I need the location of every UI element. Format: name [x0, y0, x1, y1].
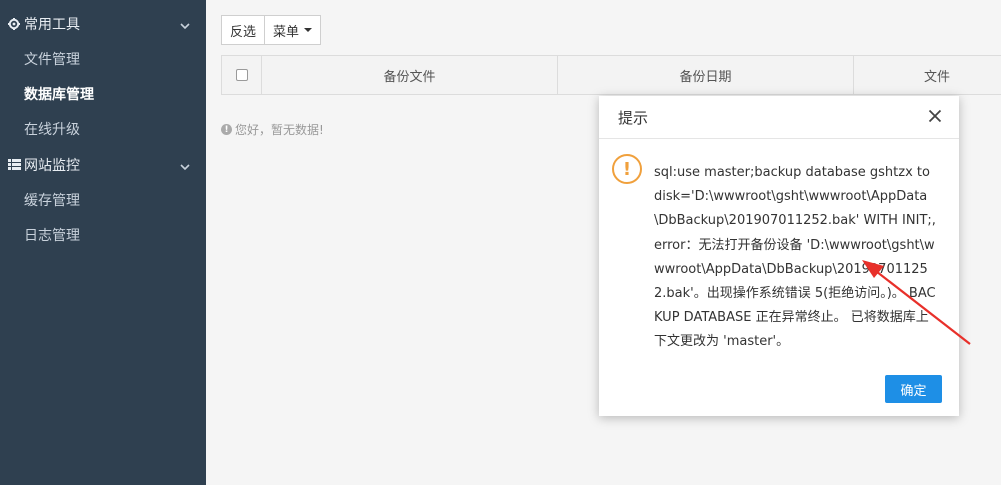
button-label: 反选	[230, 24, 257, 40]
column-header-backup-date[interactable]: 备份日期	[558, 56, 854, 94]
column-header-backup-file[interactable]: 备份文件	[262, 56, 558, 94]
confirm-button[interactable]: 确定	[885, 375, 942, 403]
select-all-cell	[222, 56, 262, 94]
sidebar-item-file-management[interactable]: 文件管理	[0, 41, 206, 76]
warning-icon: !	[612, 154, 642, 184]
sidebar-item-label: 数据库管理	[24, 86, 94, 103]
list-icon	[6, 159, 22, 170]
sidebar-item-cache-management[interactable]: 缓存管理	[0, 182, 206, 217]
sidebar-item-label: 缓存管理	[24, 192, 80, 209]
chevron-down-icon	[180, 159, 190, 175]
caret-down-icon	[304, 28, 313, 32]
sidebar-item-online-upgrade[interactable]: 在线升级	[0, 111, 206, 146]
button-label: 菜单	[273, 24, 300, 40]
gear-icon	[6, 17, 22, 30]
toolbar: 反选 菜单	[221, 15, 322, 45]
dialog-message: sql:use master;backup database gshtzx to…	[654, 165, 936, 350]
empty-state: ! 您好，暂无数据!	[221, 121, 324, 138]
column-header-label: 文件	[923, 69, 950, 85]
dialog-body: ! sql:use master;backup database gshtzx …	[599, 140, 959, 360]
column-header-file[interactable]: 文件	[854, 56, 1001, 94]
sidebar-item-label: 日志管理	[24, 227, 80, 244]
sidebar-item-database-management[interactable]: 数据库管理	[0, 76, 206, 111]
invert-selection-button[interactable]: 反选	[221, 15, 266, 45]
button-label: 确定	[900, 383, 927, 399]
sidebar: 常用工具 文件管理 数据库管理 在线升级 网站监控 缓存管理 日志管理	[0, 0, 206, 485]
sidebar-group-label: 常用工具	[24, 16, 80, 33]
column-header-label: 备份日期	[679, 69, 732, 85]
menu-dropdown-button[interactable]: 菜单	[265, 15, 322, 45]
column-header-label: 备份文件	[383, 69, 436, 85]
select-all-checkbox[interactable]	[235, 69, 248, 81]
empty-state-text: 您好，暂无数据!	[235, 123, 324, 137]
sidebar-group-label: 网站监控	[24, 157, 80, 174]
chevron-down-icon	[180, 18, 190, 34]
alert-dialog: 提示 ! sql:use master;backup database gsht…	[599, 96, 959, 416]
sidebar-item-label: 文件管理	[24, 51, 80, 68]
sidebar-group-monitoring[interactable]: 网站监控	[0, 147, 206, 182]
sidebar-item-log-management[interactable]: 日志管理	[0, 217, 206, 252]
table-header: 备份文件 备份日期 文件	[221, 55, 1001, 95]
dialog-header: 提示	[599, 96, 959, 139]
info-icon: !	[221, 124, 232, 135]
sidebar-group-tools[interactable]: 常用工具	[0, 6, 206, 41]
dialog-title: 提示	[618, 108, 649, 127]
sidebar-item-label: 在线升级	[24, 121, 80, 138]
close-icon[interactable]	[925, 106, 945, 126]
